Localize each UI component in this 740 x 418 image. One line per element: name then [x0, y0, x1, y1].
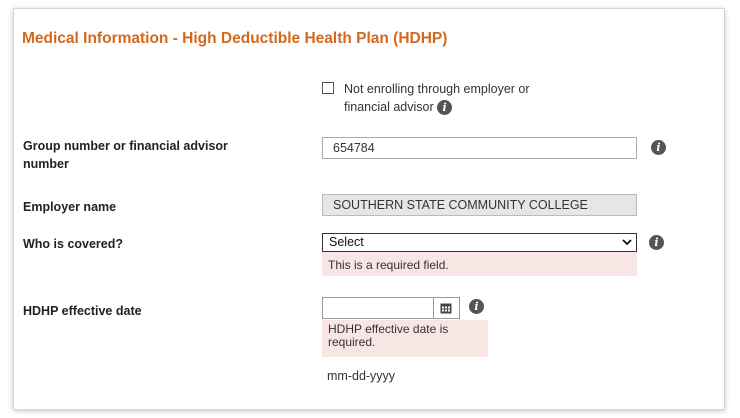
group-number-label: Group number or financial advisor number: [23, 139, 228, 171]
who-covered-label: Who is covered?: [23, 237, 124, 251]
effective-date-label: HDHP effective date: [23, 304, 142, 318]
effective-date-input[interactable]: [322, 297, 434, 319]
effective-date-error: HDHP effective date is required.: [322, 320, 488, 357]
employer-name-field: SOUTHERN STATE COMMUNITY COLLEGE: [322, 194, 637, 216]
section-title: Medical Information - High Deductible He…: [22, 30, 448, 47]
calendar-button[interactable]: [434, 297, 460, 319]
info-icon[interactable]: i: [437, 100, 453, 116]
info-icon[interactable]: i: [651, 140, 666, 155]
employer-name-label: Employer name: [23, 200, 117, 214]
who-covered-error: This is a required field.: [322, 252, 637, 276]
date-format-hint: mm-dd-yyyy: [327, 369, 396, 383]
info-icon[interactable]: i: [469, 299, 484, 314]
who-covered-selected-value: Select: [329, 235, 364, 249]
not-enrolling-checkbox[interactable]: [322, 82, 334, 94]
who-covered-select[interactable]: Select: [322, 233, 637, 252]
group-number-input[interactable]: [322, 137, 637, 159]
info-icon[interactable]: i: [649, 235, 664, 250]
not-enrolling-label: Not enrolling through employer or financ…: [344, 80, 574, 116]
chevron-down-icon: [622, 239, 632, 246]
calendar-icon: [440, 303, 452, 314]
